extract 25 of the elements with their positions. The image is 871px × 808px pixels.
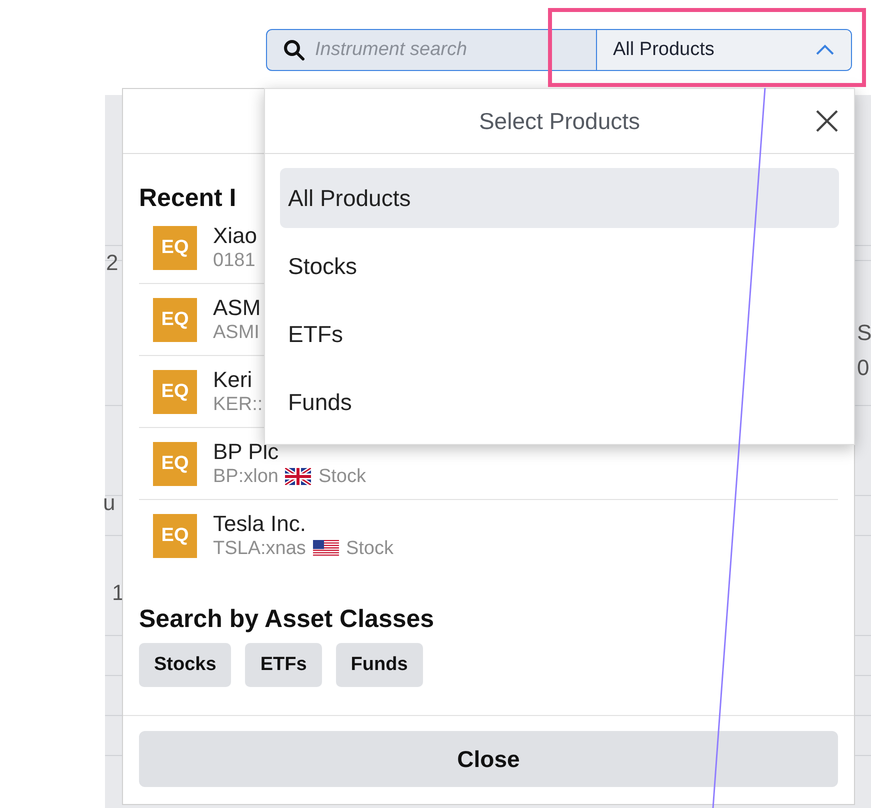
text-fragment: 1 [112, 580, 124, 606]
instrument-type: Stock [318, 464, 366, 488]
instrument-symbol: KER:: [213, 392, 263, 416]
text-fragment: S [857, 320, 871, 346]
instrument-name: Tesla Inc. [213, 510, 307, 536]
dropdown-title: Select Products [478, 108, 640, 134]
instrument-badge: EQ [153, 298, 197, 342]
instrument-name: ASM [213, 294, 261, 320]
instrument-symbol: TSLA:xnas [213, 536, 306, 560]
instrument-name: BP Plc [213, 438, 280, 464]
text-fragment: u [103, 490, 116, 516]
instrument-badge: EQ [153, 226, 197, 270]
instrument-name: Keri [213, 366, 254, 392]
section-heading: Search by Asset Classes [139, 605, 434, 633]
text-fragment: 0 [857, 355, 870, 381]
instrument-name: Xiao [213, 222, 258, 248]
section-heading: Recent I [139, 184, 236, 212]
instrument-badge: EQ [153, 514, 197, 558]
text-fragment: 2 [106, 250, 118, 276]
instrument-type: Stock [346, 536, 394, 560]
instrument-symbol: 0181 [213, 248, 256, 272]
instrument-symbol: BP:xlon [213, 464, 278, 488]
instrument-symbol: ASMI [213, 320, 260, 344]
instrument-badge: EQ [153, 370, 197, 414]
instrument-badge: EQ [153, 442, 197, 486]
